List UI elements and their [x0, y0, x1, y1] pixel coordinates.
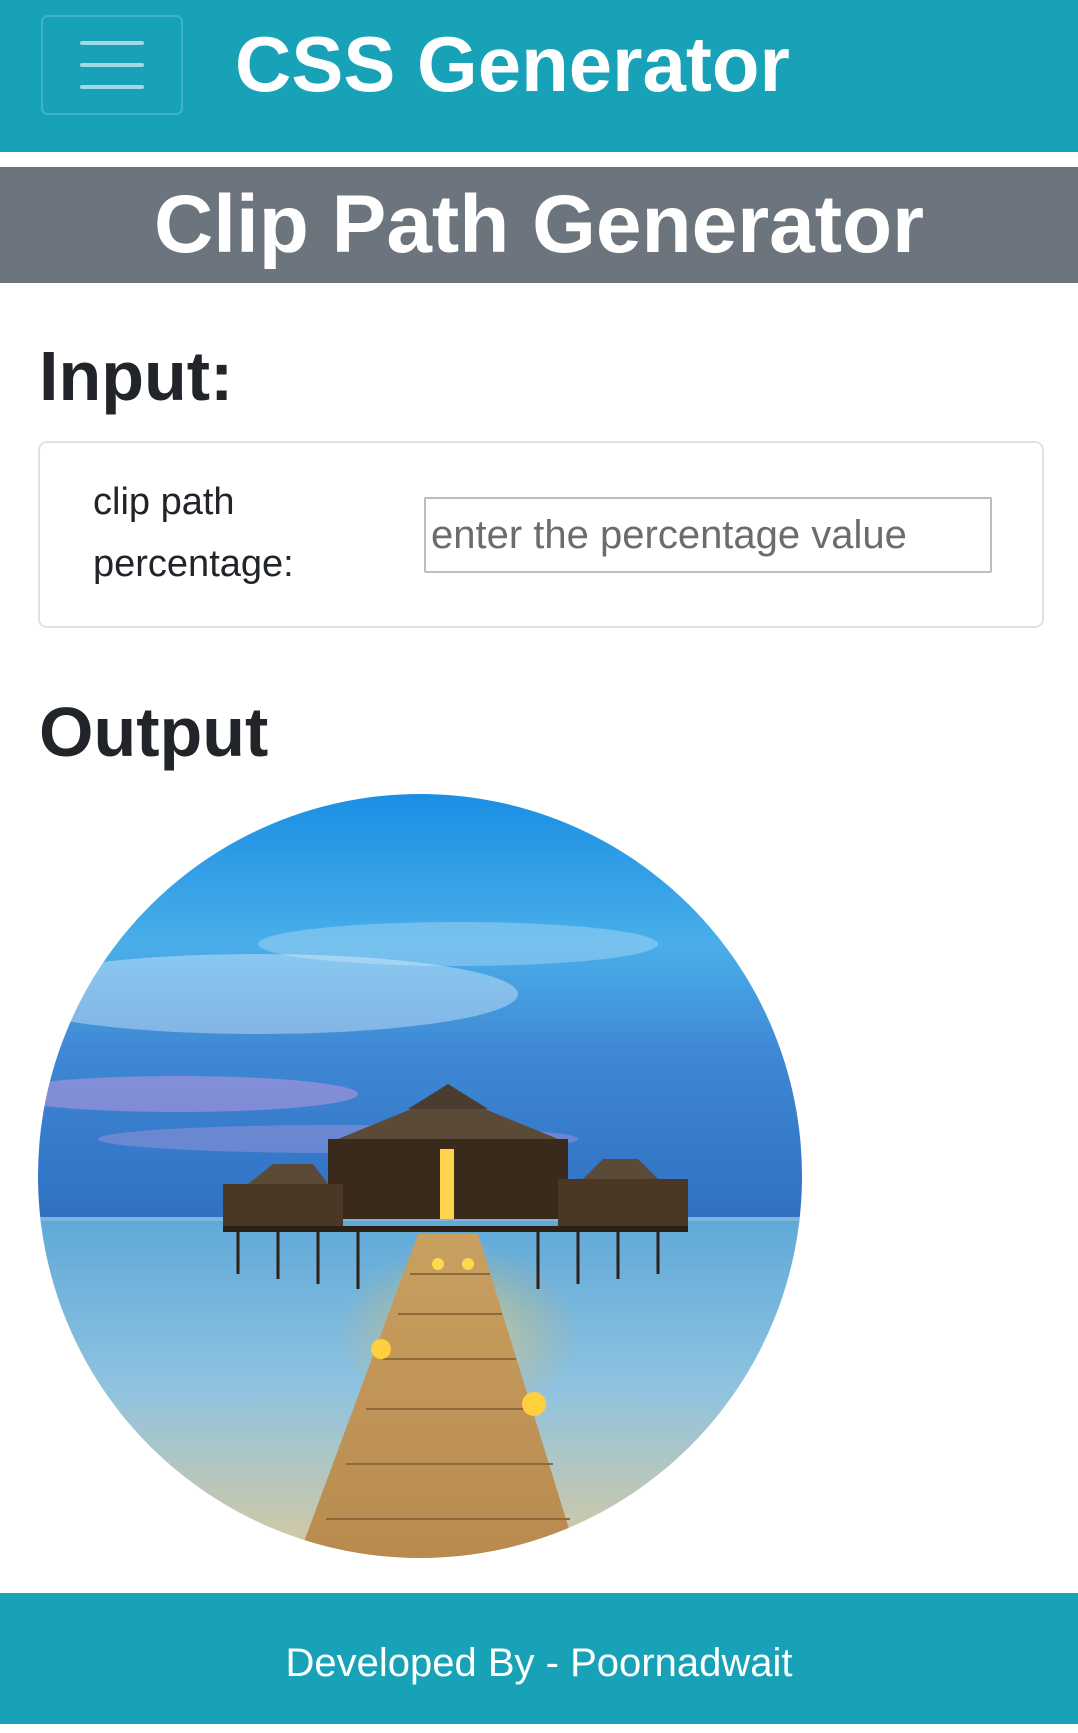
hamburger-menu-icon [80, 41, 144, 89]
clip-path-percentage-input[interactable] [424, 497, 992, 573]
clip-path-label: clip path percentage: [93, 481, 294, 585]
page-footer: Developed By - Poornadwait [0, 1593, 1078, 1724]
page-header: Clip Path Generator [0, 167, 1078, 283]
brand-title[interactable]: CSS Generator [235, 16, 790, 112]
overwater-villa-image [38, 794, 802, 1558]
input-card: clip path percentage: [38, 441, 1044, 628]
menu-toggle-button[interactable] [41, 15, 183, 115]
page-title: Clip Path Generator [153, 179, 925, 270]
output-heading: Output [39, 693, 269, 771]
clip-path-output-image [38, 794, 802, 1558]
top-navbar: CSS Generator [0, 0, 1078, 152]
footer-credit: Developed By - Poornadwait [285, 1641, 793, 1685]
input-heading: Input: [39, 337, 234, 415]
